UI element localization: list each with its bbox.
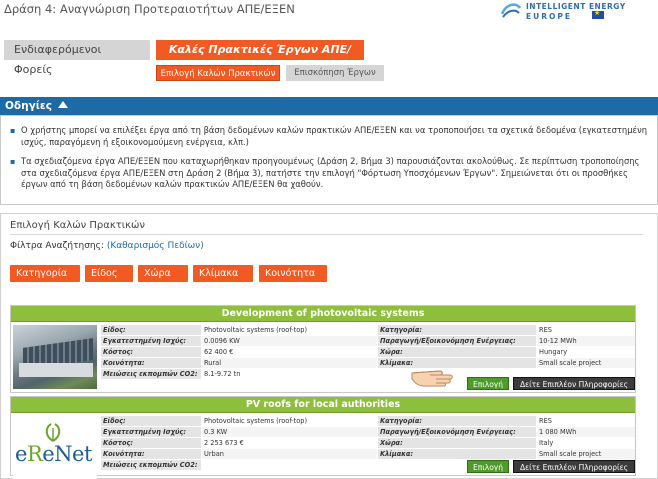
section-title: Επιλογή Καλών Πρακτικών bbox=[10, 220, 146, 231]
field-value: Rural bbox=[202, 358, 377, 368]
select-button[interactable]: Επιλογή bbox=[467, 460, 509, 473]
dropdown-arrow-icon bbox=[148, 287, 156, 292]
field-value: 8.1-9.72 tn bbox=[202, 369, 377, 379]
eu-flag-icon bbox=[592, 9, 604, 19]
field-label: Κατηγορία: bbox=[378, 416, 536, 426]
field-label: Εγκατεστημένη Ισχύς: bbox=[101, 336, 201, 346]
dropdown-arrow-icon bbox=[269, 287, 277, 292]
building-image bbox=[19, 363, 93, 377]
field-value: 62 400 € bbox=[202, 347, 377, 357]
field-label: Κοινότητα: bbox=[101, 449, 201, 459]
project-card: PV roofs for local authorities eReNet Εί… bbox=[10, 396, 636, 479]
field-label: Κοινότητα: bbox=[101, 358, 201, 368]
field-value: RES bbox=[537, 325, 635, 335]
field-value: Photovoltaic systems (roof-top) bbox=[202, 325, 377, 335]
field-label: Κόστος: bbox=[101, 438, 201, 448]
field-value: Photovoltaic systems (roof-top) bbox=[202, 416, 377, 426]
detail-row: Εγκατεστημένη Ισχύς: 0.0096 KW Παραγωγή/… bbox=[101, 336, 635, 347]
field-label: Κόστος: bbox=[101, 347, 201, 357]
brand-line-1: INTELLIGENT ENERGY bbox=[526, 2, 626, 11]
page-title: Δράση 4: Αναγνώριση Προτεραιοτήτων ΑΠΕ/Ε… bbox=[4, 2, 295, 16]
field-label: Παραγωγή/Εξοικονόμηση Ενέργειας: bbox=[378, 336, 536, 346]
instruction-item: Ο χρήστης μπορεί να επιλέξει έργα από τη… bbox=[10, 125, 649, 148]
instructions-panel: Ο χρήστης μπορεί να επιλέξει έργα από τη… bbox=[0, 115, 658, 205]
detail-row: Εγκατεστημένη Ισχύς: 0.3 KW Παραγωγή/Εξο… bbox=[101, 427, 635, 438]
field-value: 1 080 MWh bbox=[537, 427, 635, 437]
field-value: Urban bbox=[202, 449, 377, 459]
detail-row: Είδος: Photovoltaic systems (roof-top) Κ… bbox=[101, 416, 635, 427]
filter-label: Κοινότητα bbox=[265, 268, 316, 279]
field-value: Small scale project bbox=[537, 358, 635, 368]
filter-label: Χώρα bbox=[144, 268, 171, 279]
field-value: 0.3 KW bbox=[202, 427, 377, 437]
filter-community-button[interactable]: Κοινότητα bbox=[259, 265, 327, 292]
filter-country-button[interactable]: Χώρα bbox=[138, 265, 188, 292]
subtab-project-review[interactable]: Επισκόπηση Έργων bbox=[286, 65, 384, 81]
logo-letter: R bbox=[26, 442, 43, 466]
field-label: Είδος: bbox=[101, 416, 201, 426]
project-details: Είδος: Photovoltaic systems (roof-top) Κ… bbox=[101, 325, 635, 380]
more-info-button[interactable]: Δείτε Επιπλέον Πληροφορίες bbox=[513, 377, 635, 390]
subtab-select-best-practices[interactable]: Επιλογή Καλών Πρακτικών bbox=[156, 65, 280, 81]
best-practices-panel: Επιλογή Καλών Πρακτικών Φίλτρα Αναζήτηση… bbox=[0, 213, 658, 479]
project-card: Development of photovoltaic systems Είδο… bbox=[10, 305, 636, 393]
iee-logo: INTELLIGENT ENERGY EUROPE bbox=[500, 0, 650, 22]
field-label: Μειώσεις εκπομπών CO2: bbox=[101, 369, 201, 379]
field-label: Εγκατεστημένη Ισχύς: bbox=[101, 427, 201, 437]
logo-letter: eNet bbox=[42, 442, 92, 466]
pointing-hand-icon bbox=[411, 370, 453, 387]
dropdown-arrow-icon bbox=[203, 287, 211, 292]
filter-label: Κλίμακα bbox=[199, 268, 239, 279]
filter-scale-button[interactable]: Κλίμακα bbox=[193, 265, 253, 292]
field-value: Hungary bbox=[537, 347, 635, 357]
instructions-header[interactable]: Οδηγίες bbox=[0, 97, 658, 115]
project-photo bbox=[13, 325, 97, 389]
field-value: 2 253 673 € bbox=[202, 438, 377, 448]
logo-wordmark: eReNet bbox=[15, 442, 92, 466]
field-label: Χώρα: bbox=[378, 347, 536, 357]
field-label: Είδος: bbox=[101, 325, 201, 335]
project-title: PV roofs for local authorities bbox=[11, 397, 635, 413]
filter-label: Κατηγορία bbox=[16, 268, 68, 279]
divider bbox=[10, 234, 643, 235]
erenet-logo: eReNet bbox=[13, 416, 97, 479]
leaf-icon bbox=[45, 423, 61, 442]
tab-stakeholders[interactable]: Ενδιαφερόμενοι Φορείς bbox=[4, 40, 150, 76]
search-filters: Φίλτρα Αναζήτησης: (Καθαρισμός Πεδίων) bbox=[10, 241, 204, 251]
collapse-triangle-icon[interactable] bbox=[57, 101, 68, 108]
tab-best-practices[interactable]: Καλές Πρακτικές Έργων ΑΠΕ/ΕΞΕΝ bbox=[156, 40, 364, 76]
dropdown-arrow-icon bbox=[20, 287, 28, 292]
brand-line-2: EUROPE bbox=[526, 12, 572, 21]
field-label: Παραγωγή/Εξοικονόμηση Ενέργειας: bbox=[378, 427, 536, 437]
more-info-button[interactable]: Δείτε Επιπλέον Πληροφορίες bbox=[513, 460, 635, 473]
select-button[interactable]: Επιλογή bbox=[467, 377, 509, 390]
detail-row: Κοινότητα: Urban Κλίμακα: Small scale pr… bbox=[101, 449, 635, 460]
filters-label: Φίλτρα Αναζήτησης: bbox=[10, 241, 104, 251]
filter-category-button[interactable]: Κατηγορία bbox=[10, 265, 80, 292]
field-label: Μειώσεις εκπομπών CO2: bbox=[101, 460, 201, 470]
filter-type-button[interactable]: Είδος bbox=[85, 265, 133, 292]
field-label: Χώρα: bbox=[378, 438, 536, 448]
detail-row: Κοινότητα: Rural Κλίμακα: Small scale pr… bbox=[101, 358, 635, 369]
detail-row: Κόστος: 2 253 673 € Χώρα: Italy bbox=[101, 438, 635, 449]
instruction-item: Τα σχεδιαζόμενα έργα ΑΠΕ/ΕΞΕΝ που καταχω… bbox=[10, 156, 649, 191]
detail-row: Κόστος: 62 400 € Χώρα: Hungary bbox=[101, 347, 635, 358]
field-value bbox=[202, 460, 377, 470]
field-label: Κατηγορία: bbox=[378, 325, 536, 335]
field-value: Italy bbox=[537, 438, 635, 448]
swirl-logo-icon bbox=[500, 3, 522, 18]
field-value: RES bbox=[537, 416, 635, 426]
field-value: Small scale project bbox=[537, 449, 635, 459]
filter-label: Είδος bbox=[91, 268, 118, 279]
field-value: 10-12 MWh bbox=[537, 336, 635, 346]
project-title: Development of photovoltaic systems bbox=[11, 306, 635, 322]
instructions-title: Οδηγίες bbox=[5, 100, 52, 112]
dropdown-arrow-icon bbox=[95, 287, 103, 292]
field-value: 0.0096 KW bbox=[202, 336, 377, 346]
detail-row: Είδος: Photovoltaic systems (roof-top) Κ… bbox=[101, 325, 635, 336]
clear-filters-link[interactable]: (Καθαρισμός Πεδίων) bbox=[107, 241, 204, 251]
logo-letter: e bbox=[15, 442, 27, 466]
field-label: Κλίμακα: bbox=[378, 449, 536, 459]
